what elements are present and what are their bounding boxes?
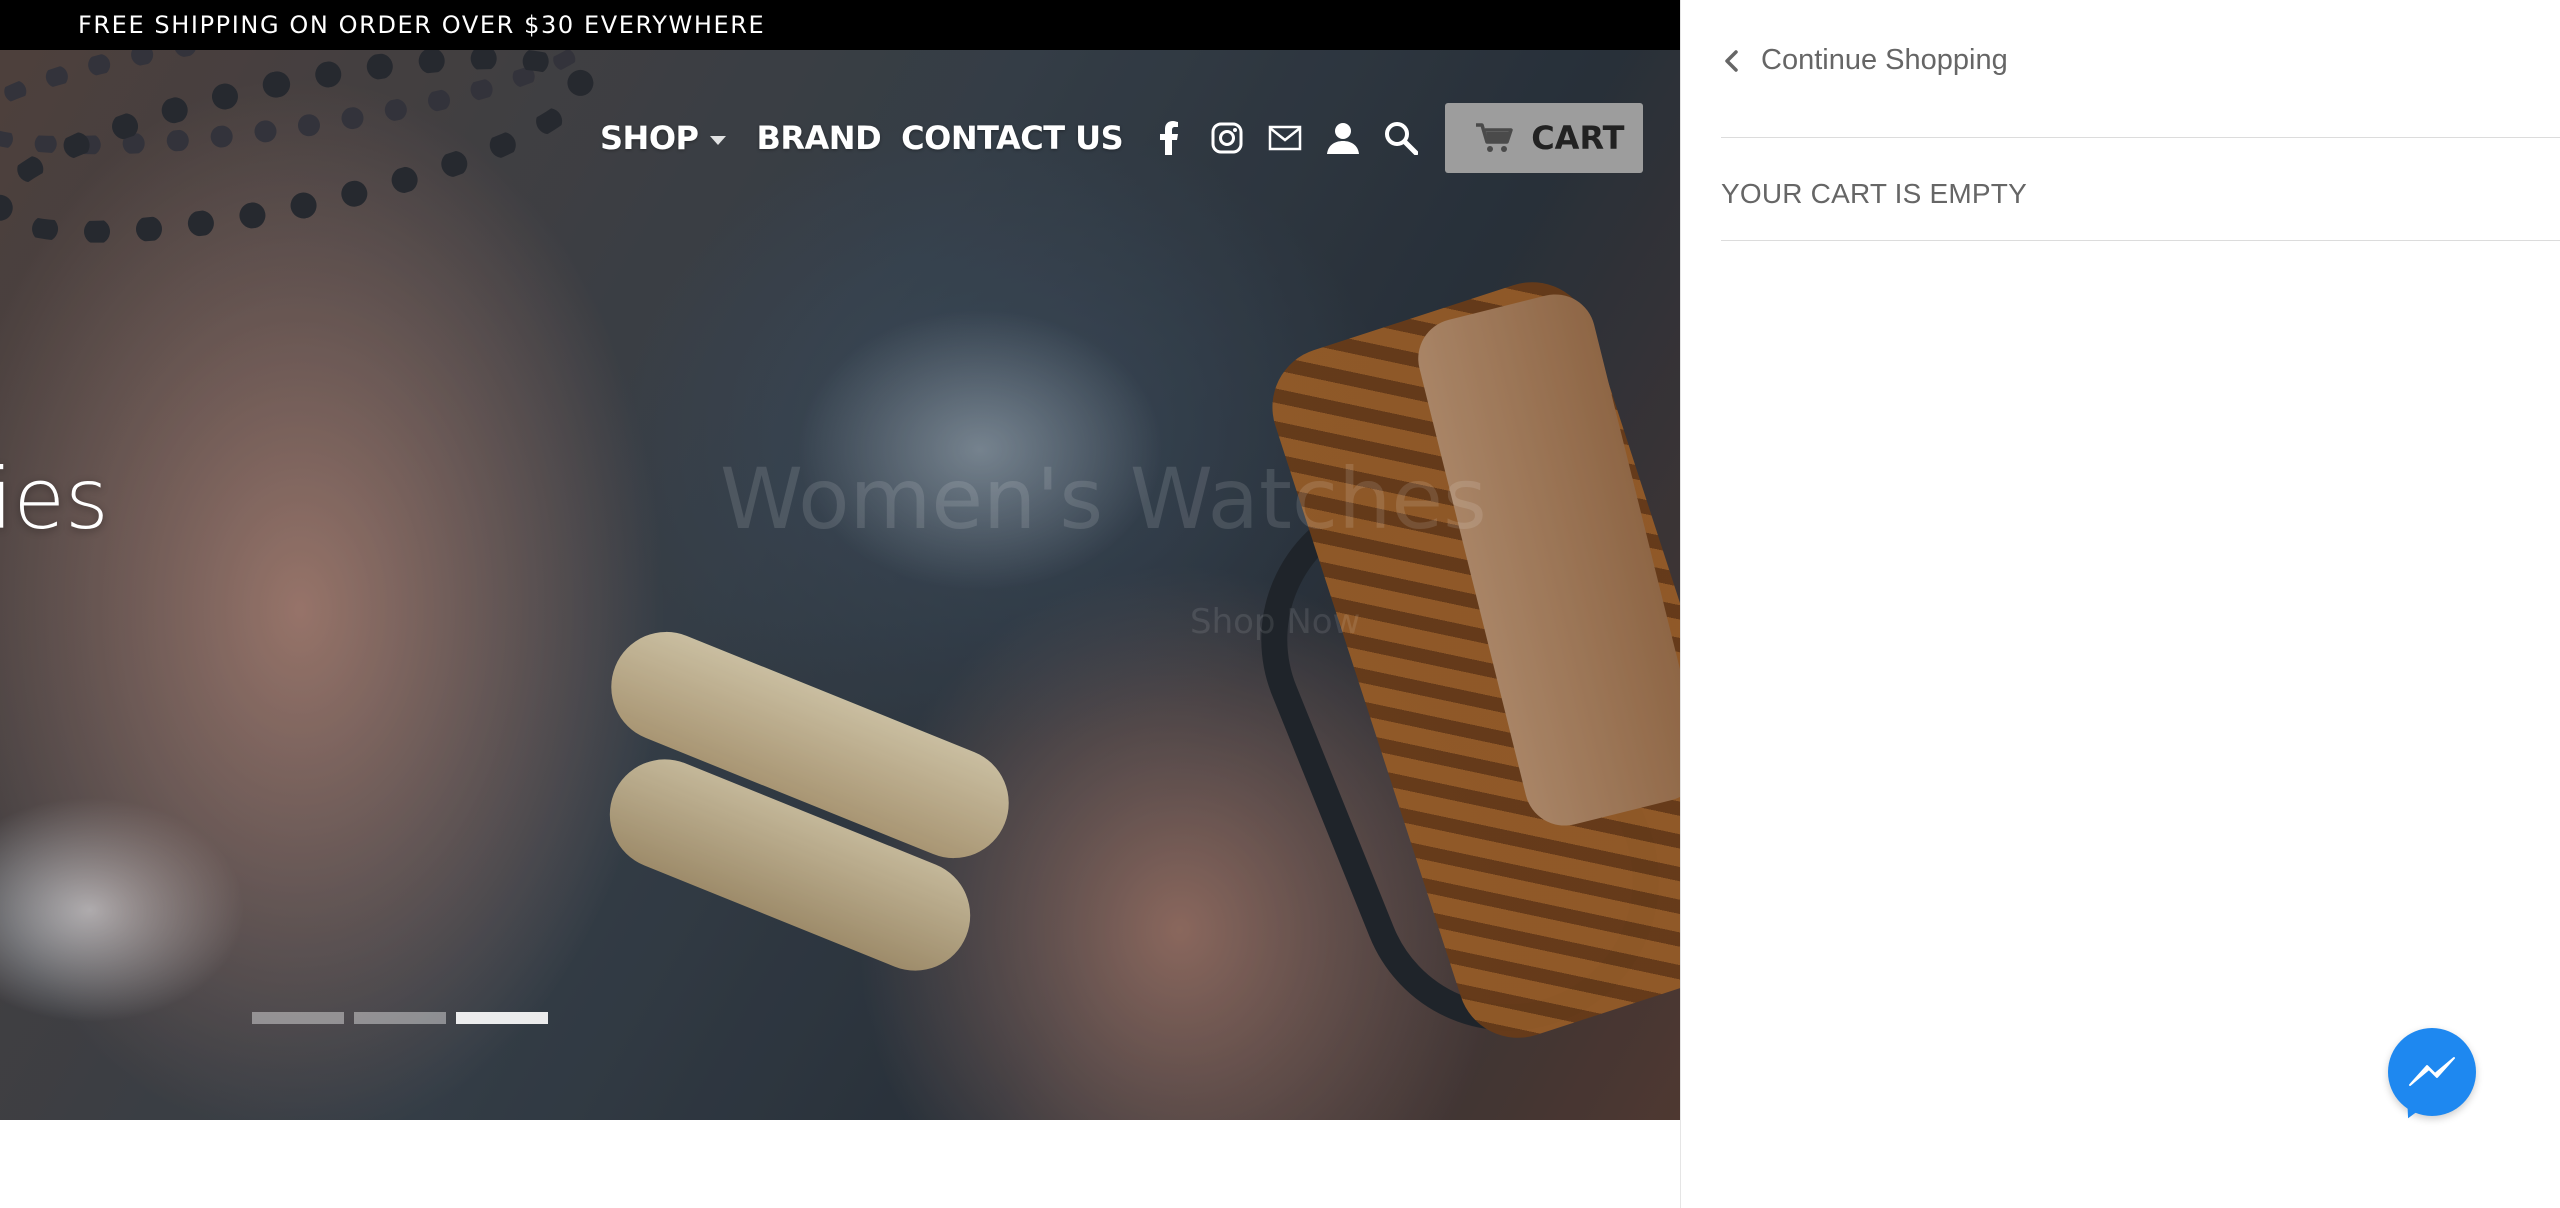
instagram-icon[interactable] <box>1207 118 1247 158</box>
divider <box>1721 137 2560 138</box>
continue-shopping-link[interactable]: Continue Shopping <box>1721 44 2008 77</box>
nav-contact-label: CONTACT US <box>901 119 1124 157</box>
hero-slider[interactable]: ies Women's Watches Shop Now <box>0 50 1680 1120</box>
slide-ghost-subtitle: Shop Now <box>1190 602 1361 642</box>
slider-dot-3[interactable] <box>456 1012 548 1024</box>
cart-icon <box>1476 123 1513 152</box>
main-nav: SHOP BRAND CONTACT US CART <box>600 103 1644 173</box>
announcement-bar: FREE SHIPPING ON ORDER OVER $30 EVERYWHE… <box>0 0 1680 50</box>
nav-brand[interactable]: BRAND <box>756 119 881 157</box>
search-icon[interactable] <box>1381 118 1421 158</box>
cart-empty-message: YOUR CART IS EMPTY <box>1721 178 2027 209</box>
nav-contact-us[interactable]: CONTACT US <box>901 119 1124 157</box>
slide-title: ies <box>0 450 109 548</box>
slider-dot-2[interactable] <box>354 1012 446 1024</box>
chevron-down-icon <box>710 135 727 145</box>
page-content-area <box>0 1120 1680 1208</box>
page: FREE SHIPPING ON ORDER OVER $30 EVERYWHE… <box>0 0 2560 1208</box>
slide-ghost-title: Women's Watches <box>720 450 1487 548</box>
nav-shop-label: SHOP <box>600 119 699 157</box>
announcement-text: FREE SHIPPING ON ORDER OVER $30 EVERYWHE… <box>78 11 766 39</box>
hero-overlay <box>0 50 1680 1120</box>
messenger-icon <box>2409 1057 2455 1086</box>
slider-dot-1[interactable] <box>252 1012 344 1024</box>
facebook-icon[interactable] <box>1149 118 1189 158</box>
continue-shopping-label: Continue Shopping <box>1761 44 2008 76</box>
cart-drawer: Continue Shopping YOUR CART IS EMPTY <box>1680 0 2560 1208</box>
divider <box>1721 240 2560 241</box>
nav-brand-label: BRAND <box>756 119 882 157</box>
cart-button[interactable]: CART <box>1445 103 1644 173</box>
cart-button-label: CART <box>1531 119 1625 157</box>
messenger-chat-button[interactable] <box>2388 1028 2476 1124</box>
account-icon[interactable] <box>1323 118 1363 158</box>
mail-icon[interactable] <box>1265 118 1305 158</box>
nav-shop[interactable]: SHOP <box>600 119 727 157</box>
chevron-left-icon <box>1725 49 1738 72</box>
slider-pagination <box>252 1012 548 1024</box>
